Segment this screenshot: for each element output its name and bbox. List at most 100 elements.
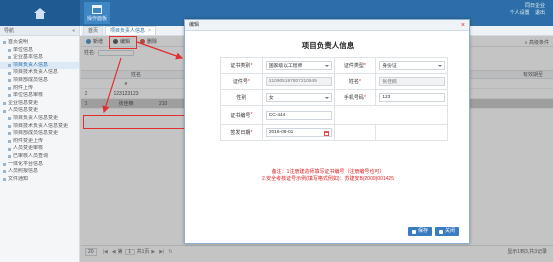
- sidebar-item[interactable]: 企业基本信息: [0, 54, 79, 62]
- form-notes: 备注：1注册建造师填写证书编号（注册编号也可） 2.安全考核证号示例(填写格式例…: [185, 169, 471, 183]
- sidebar-item[interactable]: 文件通知: [0, 176, 79, 184]
- dialog-heading: 项目负责人信息: [301, 41, 355, 50]
- id-type-select[interactable]: 身份证: [379, 61, 446, 70]
- dialog-buttons: 保存 关闭: [405, 227, 459, 236]
- sidebar-item-label: 项目技术负责人信息变更: [13, 122, 69, 129]
- sidebar-item[interactable]: 单位信息: [0, 47, 79, 55]
- sidebar-item[interactable]: 项目负责人信息: [0, 61, 79, 70]
- sidebar-item[interactable]: 人员变更审核: [0, 145, 79, 153]
- close-tab-icon[interactable]: ×: [148, 28, 151, 34]
- sidebar-item[interactable]: 附件变更上传: [0, 138, 79, 146]
- sidebar-item-label: 项目负责人信息: [13, 61, 49, 68]
- sidebar-item-label: 文件通知: [8, 175, 29, 182]
- nav-operation-panel-label: 操作面板: [86, 16, 107, 22]
- close-icon[interactable]: ×: [461, 20, 465, 31]
- dialog-window-title: 编辑: [189, 22, 200, 28]
- sidebar-item[interactable]: 附件上传: [0, 85, 79, 93]
- sidebar-item[interactable]: 人员照报信息: [0, 168, 79, 176]
- chevron-down-icon: [324, 97, 329, 99]
- menu-item-icon: [8, 117, 11, 121]
- sidebar-item-label: 已审核人员查询: [13, 152, 49, 159]
- cert-number-label: 证书编号 *: [221, 106, 263, 124]
- panel-icon: [92, 5, 102, 14]
- logout-link[interactable]: 退出: [535, 10, 545, 16]
- menu-item-icon: [3, 170, 6, 174]
- tab-project-leader[interactable]: 项目负责人信息 ×: [105, 26, 156, 35]
- close-button-label: 关闭: [444, 228, 455, 234]
- sidebar-item[interactable]: 项目技术负责人信息变更: [0, 123, 79, 131]
- menu-item-icon: [3, 102, 6, 106]
- home-logo[interactable]: [0, 0, 80, 26]
- menu-item-icon: [8, 64, 11, 68]
- phone-field[interactable]: 123: [379, 93, 446, 102]
- sidebar-item[interactable]: 项目负责人信息变更: [0, 115, 79, 123]
- sidebar-item-label: 附件上传: [13, 84, 34, 91]
- menu-item-icon: [8, 71, 11, 75]
- sidebar-item-label: 企业信息变更: [8, 99, 39, 106]
- tab-home[interactable]: 首页: [83, 26, 104, 35]
- menu-item-icon: [3, 41, 6, 45]
- sidebar-item[interactable]: 首页说明: [0, 39, 79, 47]
- sidebar-item-label: 企业基本信息: [13, 54, 44, 61]
- sidebar-item-label: 项目技术负责人信息: [13, 69, 59, 76]
- save-button-label: 保存: [417, 228, 428, 234]
- menu-item-icon: [8, 132, 11, 136]
- user-company: 同日企业: [524, 3, 545, 9]
- cert-category-select[interactable]: 国家级以工程师: [265, 61, 332, 70]
- tab-project-leader-label: 项目负责人信息: [110, 28, 146, 34]
- leader-form: 证书类别 * 国家级以工程师 证件类型 * 身份证 证件号 * 21090519780…: [220, 57, 448, 141]
- sidebar-header: 导航 «: [0, 26, 79, 36]
- menu-item-icon: [8, 124, 11, 128]
- sidebar: 导航 « 首页说明 单位信息 企业基本信息 项目负责人信息 项目技术负责人信息 项目部成员…: [0, 26, 80, 262]
- sidebar-item[interactable]: 已审核人员查询: [0, 153, 79, 161]
- tab-home-label: 首页: [88, 28, 99, 34]
- sidebar-item-label: 单位信息审核: [13, 92, 44, 99]
- personal-settings-link[interactable]: 个人设置: [510, 10, 530, 16]
- id-type-label: 证件类型 *: [335, 58, 377, 73]
- save-button[interactable]: 保存: [407, 227, 432, 236]
- gender-label: 性别: [221, 90, 263, 105]
- id-number-field[interactable]: 210905197807210549: [265, 77, 332, 86]
- dialog-titlebar: 编辑 ×: [185, 20, 469, 31]
- id-number-label: 证件号 *: [221, 74, 263, 89]
- sidebar-item-label: 附件变更上传: [13, 137, 44, 144]
- menu-item-icon: [8, 147, 11, 151]
- sidebar-item-label: 项目负责人信息变更: [13, 114, 59, 121]
- issue-date-label: 签发日期 *: [221, 125, 263, 140]
- nav-operation-panel[interactable]: 操作面板: [84, 2, 110, 24]
- sidebar-item[interactable]: 单位信息审核: [0, 92, 79, 100]
- menu-item-icon: [3, 162, 6, 166]
- cert-category-label: 证书类别 *: [221, 58, 263, 73]
- annotation-box-row: [83, 115, 195, 129]
- sidebar-menu: 首页说明单位信息 企业基本信息 项目负责人信息 项目技术负责人信息 项目部成员信息 附件上…: [0, 36, 79, 183]
- cert-number-field[interactable]: CC-444: [265, 110, 332, 120]
- user-box: 同日企业 个人设置 退出: [506, 3, 545, 17]
- collapse-icon[interactable]: «: [72, 28, 75, 34]
- note-line-1: 备注：1注册建造师填写证书编号（注册编号也可）: [271, 169, 385, 175]
- gender-select[interactable]: 女: [265, 93, 332, 102]
- save-icon: [411, 229, 416, 234]
- home-icon: [34, 7, 46, 19]
- sidebar-item[interactable]: 项目部成员信息: [0, 77, 79, 85]
- issue-date-field[interactable]: 2016-08-01: [265, 128, 332, 137]
- sidebar-item-label: 人员变更审核: [13, 145, 44, 152]
- sidebar-title: 导航: [4, 28, 15, 34]
- sidebar-item[interactable]: 项目技术负责人信息: [0, 69, 79, 77]
- sidebar-item[interactable]: 企业信息变更: [0, 100, 79, 108]
- menu-item-icon: [8, 48, 11, 52]
- sidebar-item-label: 首页说明: [8, 39, 29, 45]
- menu-item-icon: [3, 109, 6, 113]
- sidebar-item[interactable]: 人员信息变更: [0, 107, 79, 115]
- name-field[interactable]: 张佳楠: [379, 77, 446, 86]
- menu-item-icon: [8, 94, 11, 98]
- menu-item-icon: [8, 155, 11, 159]
- sidebar-item-label: 人员信息变更: [8, 107, 39, 114]
- sidebar-item-label: 项目部成员信息: [13, 76, 49, 83]
- sidebar-item[interactable]: 一体化平台信息: [0, 161, 79, 169]
- phone-label: 手机号码 *: [335, 90, 377, 105]
- calendar-icon[interactable]: [323, 130, 329, 136]
- sidebar-item[interactable]: 项目部成员信息变更: [0, 130, 79, 138]
- chevron-down-icon: [324, 65, 329, 67]
- name-label: 姓名 *: [335, 74, 377, 89]
- close-button[interactable]: 关闭: [434, 227, 459, 236]
